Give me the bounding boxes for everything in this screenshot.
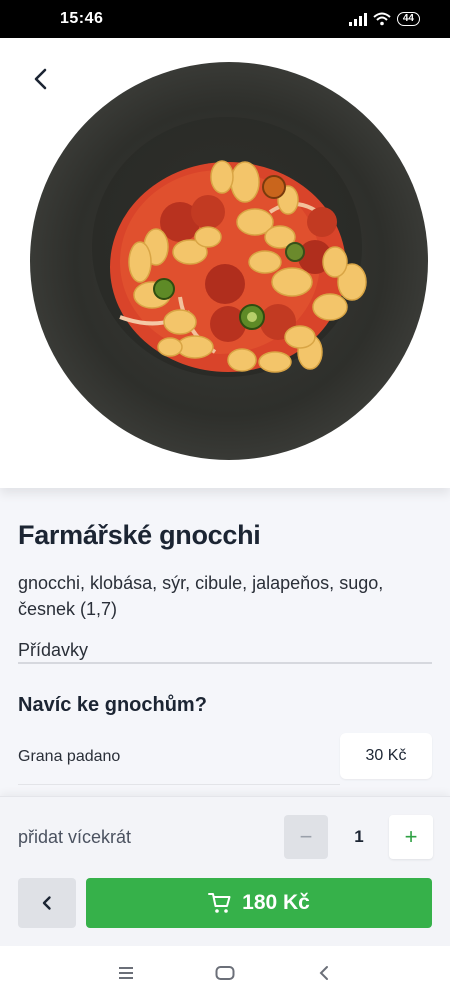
signal-icon xyxy=(348,12,367,26)
back-icon[interactable] xyxy=(312,962,336,984)
chevron-left-icon[interactable] xyxy=(26,64,56,94)
cart-icon xyxy=(208,893,231,913)
extra-option-row[interactable]: Grana padano 30 Kč xyxy=(18,733,432,785)
status-time: 15:46 xyxy=(60,10,104,27)
extra-option-name: Grana padano xyxy=(18,748,121,765)
quantity-increase-button[interactable]: + xyxy=(389,815,433,859)
dish-title: Farmářské gnocchi xyxy=(18,520,261,550)
option-divider xyxy=(18,784,340,785)
extras-section-title: Navíc ke gnochům? xyxy=(18,694,207,716)
quantity-value: 1 xyxy=(354,827,364,846)
food-illustration xyxy=(110,160,367,373)
dish-photo xyxy=(30,62,428,460)
extra-option-price-button[interactable]: 30 Kč xyxy=(340,733,432,779)
system-nav-bar xyxy=(0,946,450,1000)
repeat-label: přidat vícekrát xyxy=(18,827,132,847)
extras-label: Přídavky xyxy=(18,640,89,660)
status-icons: 44 xyxy=(348,12,420,26)
home-icon[interactable] xyxy=(213,962,237,984)
quantity-decrease-button[interactable]: − xyxy=(284,815,328,859)
dish-image-area xyxy=(0,38,450,488)
extras-divider xyxy=(18,662,432,664)
wifi-icon xyxy=(373,12,391,26)
chevron-left-icon xyxy=(42,896,51,910)
status-bar: 15:46 44 xyxy=(0,0,450,38)
menu-icon[interactable] xyxy=(114,962,138,984)
back-button[interactable] xyxy=(18,878,76,928)
add-to-cart-button[interactable]: 180 Kč xyxy=(86,878,432,928)
battery-icon: 44 xyxy=(396,12,420,26)
add-to-cart-price: 180 Kč xyxy=(242,891,310,914)
order-panel: přidat vícekrát − 1 + 180 Kč xyxy=(0,796,450,946)
dish-description: gnocchi, klobása, sýr, cibule, jalapeňos… xyxy=(18,573,384,619)
